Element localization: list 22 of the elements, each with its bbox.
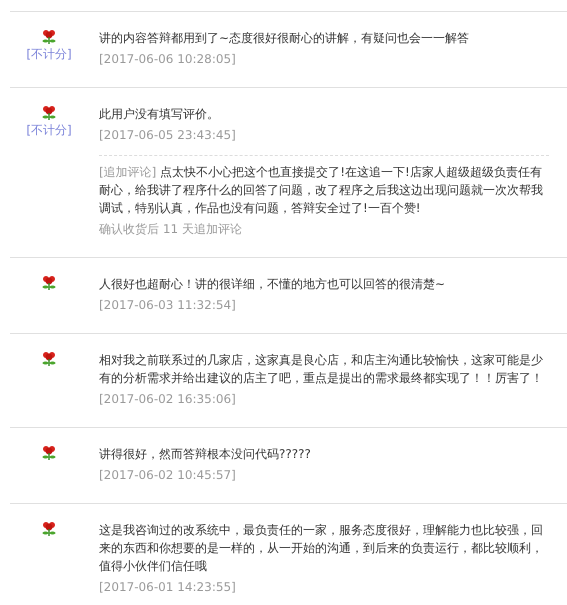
flower-icon [41, 521, 57, 537]
review-text: 讲的内容答辩都用到了~态度很好很耐心的讲解，有疑问也会一一解答 [99, 30, 470, 47]
review-text: 此用户没有填写评价。 [99, 106, 220, 123]
appended-review-text: [追加评论] 点太快不小心把这个也直接提交了!在这追一下!店家人超级超级负责任有耐心，给我讲了程序什么的回答了问题，改了程序之后我这边出现问题就一次次帮我调试，特别认真，作品也没有问题，答辩安全过了!一百个赞! [99, 164, 544, 217]
flower-icon [41, 105, 57, 121]
score-note: [不计分] [26, 46, 72, 63]
flower-icon [41, 445, 57, 461]
review-time: [2017-06-02 16:35:06] [99, 391, 237, 408]
append-note: 确认收货后 11 天追加评论 [99, 221, 243, 238]
score-note: [不计分] [26, 122, 72, 139]
review-time: [2017-06-01 14:23:55] [99, 579, 237, 596]
flower-icon [41, 351, 57, 367]
review-time: [2017-06-05 23:43:45] [99, 127, 237, 144]
flower-icon [41, 275, 57, 291]
review-text: 这是我咨询过的改系统中，最负责任的一家，服务态度很好，理解能力也比较强，回来的东西和你想要的是一样的，从一开始的沟通，到后来的负责运行，都比较顺利，值得小伙伴们信任哦 [99, 522, 544, 575]
review-time: [2017-06-03 11:32:54] [99, 297, 237, 314]
review-text: 讲得很好，然而答辩根本没问代码????? [99, 446, 312, 463]
review-text: 人很好也超耐心！讲的很详细，不懂的地方也可以回答的很清楚~ [99, 276, 446, 293]
flower-icon [41, 29, 57, 45]
review-time: [2017-06-06 10:28:05] [99, 51, 237, 68]
review-time: [2017-06-02 10:45:57] [99, 467, 237, 484]
review-text: 相对我之前联系过的几家店，这家真是良心店，和店主沟通比较愉快，这家可能是少有的分析需求并给出建议的店主了吧，重点是提出的需求最终都实现了！！厉害了！ [99, 352, 544, 387]
